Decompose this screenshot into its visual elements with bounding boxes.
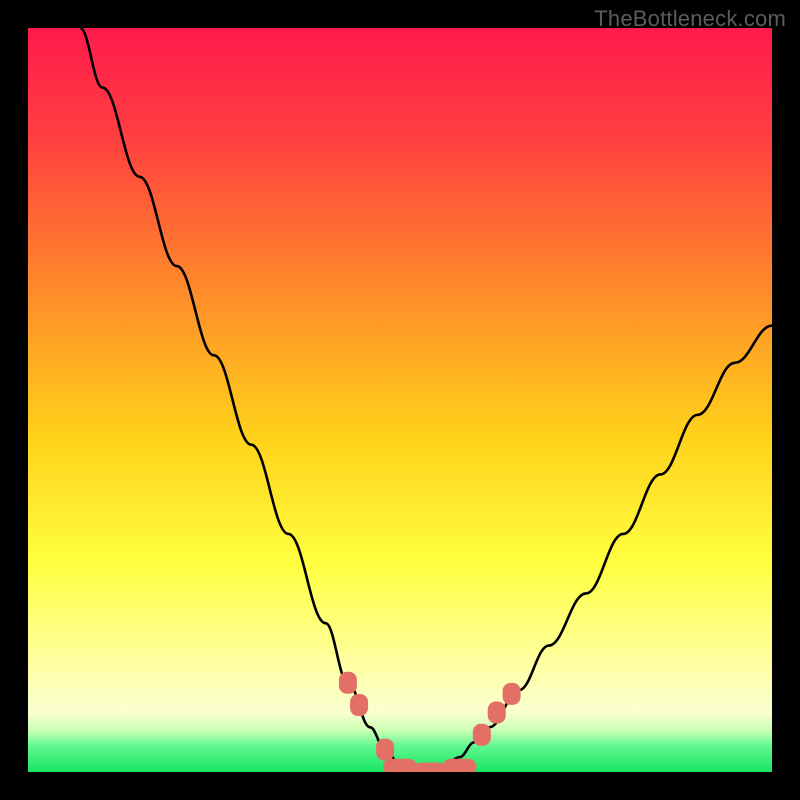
curve-marker: [339, 672, 357, 694]
curve-marker: [488, 701, 506, 723]
gradient-background: [28, 28, 772, 772]
curve-marker: [376, 739, 394, 761]
curve-marker: [503, 683, 521, 705]
watermark-text: TheBottleneck.com: [594, 6, 786, 32]
curve-marker: [383, 759, 417, 772]
curve-marker: [413, 763, 447, 772]
curve-marker: [443, 759, 477, 772]
chart-frame: TheBottleneck.com: [0, 0, 800, 800]
plot-area: [28, 28, 772, 772]
curve-marker: [473, 724, 491, 746]
chart-svg: [28, 28, 772, 772]
curve-marker: [350, 694, 368, 716]
